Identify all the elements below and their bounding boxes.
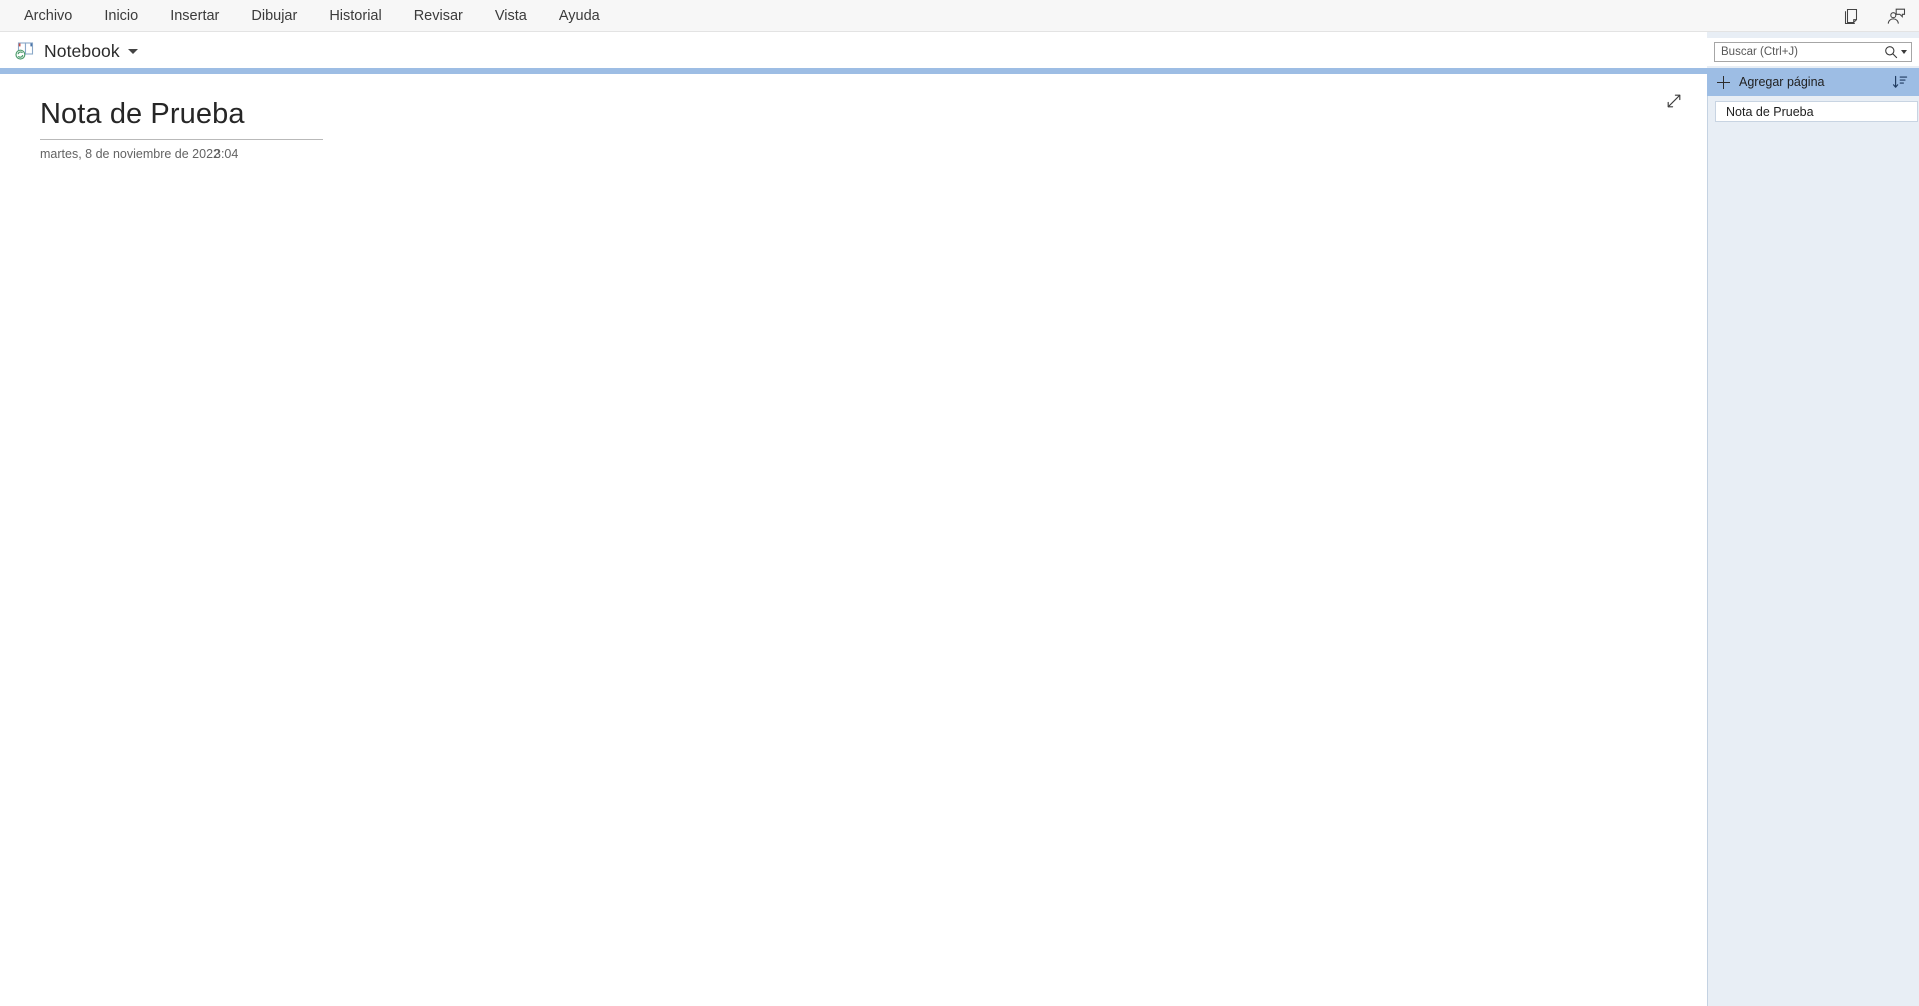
notebook-sync-icon [14, 40, 36, 62]
page-time: 3:04 [214, 147, 239, 161]
onenote-window: Archivo Inicio Insertar Dibujar Historia… [0, 0, 1919, 1006]
menu-item-archivo[interactable]: Archivo [8, 0, 88, 32]
sort-descending-icon[interactable] [1889, 71, 1911, 93]
notebook-name: Notebook [44, 40, 120, 61]
page-list-item-nota-de-prueba[interactable]: Nota de Prueba [1715, 101, 1918, 122]
search-box[interactable] [1714, 42, 1912, 62]
section-tab-row: Notebook Quick Notes [0, 32, 1919, 100]
page-list-panel: Agregar página Nota de Prueba [1707, 32, 1919, 1006]
menu-item-insertar[interactable]: Insertar [154, 0, 235, 32]
page-date: martes, 8 de noviembre de 2022 [40, 147, 220, 161]
page-canvas[interactable]: Nota de Prueba martes, 8 de noviembre de… [0, 74, 1707, 1006]
search-icon[interactable] [1884, 45, 1898, 59]
add-page-button[interactable]: Agregar página [1717, 68, 1889, 96]
plus-icon [1717, 75, 1730, 89]
page-header: Nota de Prueba martes, 8 de noviembre de… [40, 94, 328, 161]
chevron-down-icon[interactable] [127, 48, 138, 54]
page-title[interactable]: Nota de Prueba [40, 94, 328, 134]
share-person-icon[interactable] [1881, 1, 1911, 31]
page-list-item-label: Nota de Prueba [1726, 104, 1814, 119]
menu-item-historial[interactable]: Historial [313, 0, 397, 32]
title-underline [40, 139, 323, 140]
search-row [1707, 38, 1919, 66]
menu-item-dibujar[interactable]: Dibujar [235, 0, 313, 32]
add-page-label: Agregar página [1739, 75, 1825, 89]
sticky-notes-icon[interactable] [1837, 1, 1867, 31]
chevron-down-icon[interactable] [1901, 50, 1907, 54]
menu-bar: Archivo Inicio Insertar Dibujar Historia… [0, 0, 1919, 32]
add-page-row: Agregar página [1707, 68, 1919, 96]
search-input[interactable] [1721, 46, 1884, 58]
expand-diagonal-icon[interactable] [1661, 88, 1687, 114]
menu-item-ayuda[interactable]: Ayuda [543, 0, 616, 32]
page-timestamp: martes, 8 de noviembre de 2022 3:04 [40, 147, 328, 161]
menu-item-revisar[interactable]: Revisar [398, 0, 479, 32]
menubar-right-icons [1837, 0, 1911, 32]
menu-item-inicio[interactable]: Inicio [88, 0, 154, 32]
menu-items-group: Archivo Inicio Insertar Dibujar Historia… [0, 0, 616, 32]
menu-item-vista[interactable]: Vista [479, 0, 543, 32]
page-list: Nota de Prueba [1707, 96, 1919, 1006]
notebook-selector[interactable]: Notebook [8, 35, 146, 67]
